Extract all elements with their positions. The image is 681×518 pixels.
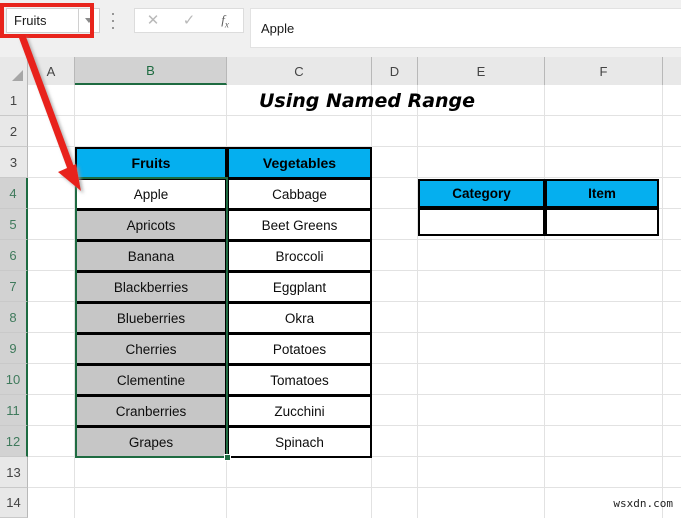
check-icon: ✓	[182, 12, 196, 29]
table-row[interactable]: Blackberries	[75, 271, 227, 303]
formula-bar-strip: Fruits ✕ ✓ fx Apple	[0, 0, 681, 57]
table-row[interactable]: Apricots	[75, 209, 227, 241]
formula-input-value: Apple	[261, 20, 295, 36]
name-box-dropdown-button[interactable]	[78, 8, 100, 33]
vertical-dots-icon[interactable]	[108, 13, 118, 29]
row-header-10[interactable]: 10	[0, 364, 28, 395]
table-row[interactable]: Banana	[75, 240, 227, 272]
sheet-title: Using Named Range	[258, 89, 476, 112]
confirm-entry-button[interactable]: ✓	[171, 9, 207, 32]
lookup-header-item: Item	[545, 179, 659, 208]
watermark: wsxdn.com	[613, 497, 673, 510]
row-header-4[interactable]: 4	[0, 178, 28, 209]
formula-input[interactable]: Apple	[250, 8, 681, 48]
table-row[interactable]: Cranberries	[75, 395, 227, 427]
select-all-button[interactable]	[0, 57, 28, 85]
row-header-11[interactable]: 11	[0, 395, 28, 426]
table-row[interactable]: Cherries	[75, 333, 227, 365]
excel-worksheet-screenshot: Fruits ✕ ✓ fx Apple A B C D E F 1 2 3 4 …	[0, 0, 681, 518]
table-row[interactable]: Eggplant	[227, 271, 372, 303]
column-header-d[interactable]: D	[372, 57, 418, 85]
insert-function-button[interactable]: fx	[207, 9, 243, 32]
name-box[interactable]: Fruits	[6, 8, 78, 33]
column-header-f[interactable]: F	[545, 57, 663, 85]
name-box-value: Fruits	[14, 13, 47, 28]
cancel-entry-button[interactable]: ✕	[135, 9, 171, 32]
table-row[interactable]: Cabbage	[227, 178, 372, 210]
table-row[interactable]: Zucchini	[227, 395, 372, 427]
close-icon: ✕	[146, 12, 160, 29]
column-header-c[interactable]: C	[227, 57, 372, 85]
row-header-5[interactable]: 5	[0, 209, 28, 240]
table-row[interactable]: Tomatoes	[227, 364, 372, 396]
lookup-cell-category[interactable]	[418, 208, 545, 236]
table-row[interactable]: Apple	[75, 178, 227, 210]
gridline	[28, 487, 681, 488]
table-row[interactable]: Blueberries	[75, 302, 227, 334]
table-row[interactable]: Spinach	[227, 426, 372, 458]
chevron-down-icon	[85, 18, 93, 23]
select-all-icon	[12, 70, 23, 81]
table-row[interactable]: Potatoes	[227, 333, 372, 365]
table-header-vegetables: Vegetables	[227, 147, 372, 179]
row-header-13[interactable]: 13	[0, 457, 28, 488]
column-header-b[interactable]: B	[75, 57, 227, 85]
column-header-e[interactable]: E	[418, 57, 545, 85]
table-header-fruits: Fruits	[75, 147, 227, 179]
row-header-7[interactable]: 7	[0, 271, 28, 302]
row-header-2[interactable]: 2	[0, 116, 28, 147]
table-row[interactable]: Clementine	[75, 364, 227, 396]
table-row[interactable]: Beet Greens	[227, 209, 372, 241]
table-row[interactable]: Okra	[227, 302, 372, 334]
row-header-6[interactable]: 6	[0, 240, 28, 271]
column-header-a[interactable]: A	[28, 57, 75, 85]
column-header-g[interactable]	[663, 57, 681, 85]
row-header-12[interactable]: 12	[0, 426, 28, 457]
table-row[interactable]: Broccoli	[227, 240, 372, 272]
row-header-8[interactable]: 8	[0, 302, 28, 333]
lookup-cell-item[interactable]	[545, 208, 659, 236]
row-header-14[interactable]: 14	[0, 488, 28, 518]
function-icon: fx	[221, 11, 229, 30]
column-header-row: A B C D E F	[0, 57, 681, 85]
row-header-1[interactable]: 1	[0, 85, 28, 116]
formula-action-buttons: ✕ ✓ fx	[134, 8, 244, 33]
row-header-9[interactable]: 9	[0, 333, 28, 364]
table-row[interactable]: Grapes	[75, 426, 227, 458]
lookup-header-category: Category	[418, 179, 545, 208]
row-header-3[interactable]: 3	[0, 147, 28, 178]
